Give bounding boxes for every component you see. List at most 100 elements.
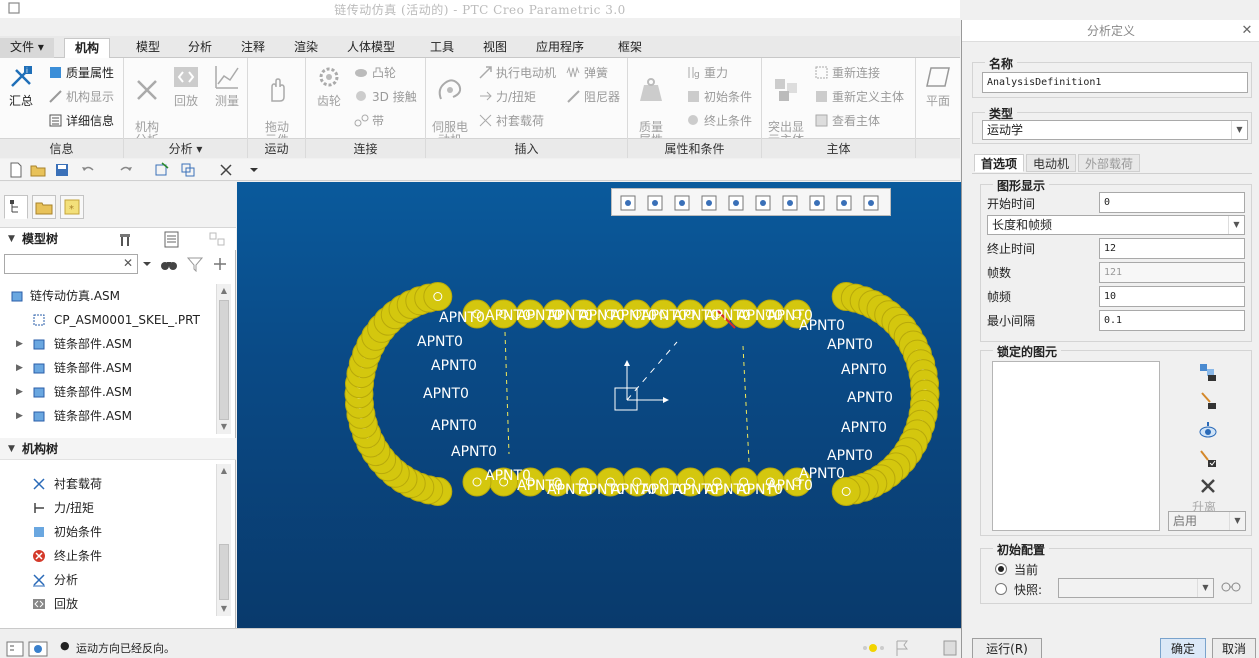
- contact-3d-button[interactable]: 3D 接触: [354, 88, 417, 106]
- glasses-icon[interactable]: [1220, 578, 1242, 594]
- details-button[interactable]: 详细信息: [48, 112, 114, 130]
- snapshot-select[interactable]: ▼: [1058, 578, 1214, 598]
- redefine-body-button[interactable]: 重新定义主体: [814, 88, 904, 106]
- tab-model[interactable]: 模型: [126, 38, 170, 58]
- mass-properties-button[interactable]: 质量属性: [48, 64, 114, 82]
- servo-motor-button[interactable]: 伺服电 动机: [430, 62, 470, 147]
- measure-button[interactable]: 测量: [210, 62, 244, 108]
- model-tree-scrollbar[interactable]: ▲ ▼: [216, 284, 231, 434]
- redo-icon[interactable]: [118, 162, 134, 178]
- snapshot-radio[interactable]: [995, 583, 1007, 595]
- mech-item-playback[interactable]: 回放: [0, 592, 214, 616]
- lock-view-eye-icon[interactable]: [1198, 420, 1218, 440]
- init-conditions-button[interactable]: 初始条件: [686, 88, 752, 106]
- model-tree-search-input[interactable]: [5, 255, 115, 273]
- add-icon[interactable]: [212, 256, 228, 272]
- tab-preferences[interactable]: 首选项: [974, 154, 1025, 172]
- gravity-button[interactable]: g 重力: [686, 64, 728, 82]
- tab-tools[interactable]: 工具: [420, 38, 464, 58]
- lock-connection-icon[interactable]: [1198, 390, 1218, 410]
- scroll-down-icon[interactable]: ▼: [217, 420, 231, 434]
- tree-row-chain-asm[interactable]: ▶ 链条部件.ASM: [0, 332, 214, 356]
- reconnect-button[interactable]: 重新连接: [814, 64, 880, 82]
- tab-favorites[interactable]: *: [60, 195, 84, 219]
- mass-props-button[interactable]: 质量 属性: [634, 62, 668, 147]
- bushing-load-button[interactable]: 衬套载荷: [478, 112, 544, 130]
- filter-icon[interactable]: [186, 256, 204, 272]
- tab-model-tree-nav[interactable]: [4, 195, 28, 219]
- model-tree-search[interactable]: ✕: [4, 254, 138, 274]
- expand-arrow-icon[interactable]: ▶: [16, 356, 23, 380]
- time-mode-select[interactable]: 长度和帧频 ▼: [987, 215, 1245, 235]
- regenerate-icon[interactable]: [154, 162, 170, 178]
- tree-row-skeleton-part[interactable]: CP_ASM0001_SKEL_.PRT: [0, 308, 214, 332]
- locked-entities-list[interactable]: [992, 361, 1160, 531]
- expand-arrow-icon[interactable]: ▶: [16, 404, 23, 428]
- tree-row-chain-asm[interactable]: ▶ 链条部件.ASM: [0, 404, 214, 428]
- tree-row-chain-asm[interactable]: ▶ 链条部件.ASM: [0, 356, 214, 380]
- layout-toggle-icon[interactable]: [6, 641, 24, 657]
- mech-item-force-torque[interactable]: 力/扭矩: [0, 496, 214, 520]
- tree-columns-icon[interactable]: [208, 230, 228, 248]
- highlight-bodies-button[interactable]: 突出显 示主体: [766, 62, 806, 147]
- expand-arrow-icon[interactable]: ▶: [16, 332, 23, 356]
- selection-filter-icon[interactable]: [942, 639, 958, 657]
- exec-motor-button[interactable]: 执行电动机: [478, 64, 556, 82]
- name-input[interactable]: AnalysisDefinition1: [982, 72, 1248, 93]
- tab-analysis[interactable]: 分析: [178, 38, 222, 58]
- min-interval-input[interactable]: 0.1: [1099, 310, 1245, 331]
- spring-button[interactable]: 弹簧: [566, 64, 608, 82]
- scroll-thumb[interactable]: [219, 300, 229, 420]
- windows-icon[interactable]: [180, 162, 196, 178]
- mech-item-term-conditions[interactable]: 终止条件: [0, 544, 214, 568]
- chevron-down-icon[interactable]: [246, 162, 262, 178]
- view-body-button[interactable]: 查看主体: [814, 112, 880, 130]
- tab-framework[interactable]: 框架: [608, 38, 652, 58]
- tab-file[interactable]: 文件 ▾: [0, 38, 54, 58]
- gear-button[interactable]: 齿轮: [312, 62, 346, 108]
- search-dropdown-chevron-icon[interactable]: [142, 258, 152, 270]
- frame-rate-input[interactable]: 10: [1099, 286, 1245, 307]
- playback-button[interactable]: 回放: [170, 62, 202, 108]
- tab-external-loads[interactable]: 外部载荷: [1078, 154, 1141, 172]
- cancel-button[interactable]: 取消: [1212, 638, 1256, 658]
- expand-arrow-icon[interactable]: ▶: [16, 380, 23, 404]
- end-time-input[interactable]: 12: [1099, 238, 1245, 259]
- summary-button[interactable]: i 汇总: [4, 62, 38, 108]
- drag-components-button[interactable]: 拖动 元件: [258, 62, 296, 147]
- term-conditions-button[interactable]: 终止条件: [686, 112, 752, 130]
- run-button[interactable]: 运行(R): [972, 638, 1042, 658]
- graphics-viewport[interactable]: APNT0 APNT0 APNT0 APNT0 APNT0 APNT0 APNT0 APNT0…: [237, 182, 961, 628]
- tab-annotate[interactable]: 注释: [231, 38, 275, 58]
- mech-tree-scrollbar[interactable]: ▲ ▼: [216, 464, 231, 616]
- coordinate-system-icon[interactable]: [614, 341, 678, 411]
- mech-tree-header[interactable]: ▼ 机构树: [0, 438, 236, 460]
- mech-item-init-conditions[interactable]: 初始条件: [0, 520, 214, 544]
- tab-folder-browser[interactable]: [32, 195, 56, 219]
- scroll-thumb[interactable]: [219, 544, 229, 600]
- lock-check-icon[interactable]: [1198, 448, 1218, 468]
- clear-search-icon[interactable]: ✕: [123, 256, 133, 270]
- chain-link[interactable]: [423, 282, 453, 312]
- mech-analysis-button[interactable]: 机构 分析: [130, 62, 164, 147]
- tree-filter-icon[interactable]: [162, 230, 182, 248]
- mech-item-analysis[interactable]: 分析: [0, 568, 214, 592]
- flag-icon[interactable]: [894, 639, 910, 657]
- tab-render[interactable]: 渲染: [284, 38, 328, 58]
- plane-button[interactable]: 平面: [920, 62, 956, 108]
- release-x-icon[interactable]: [1198, 476, 1218, 496]
- close-icon[interactable]: ✕: [1239, 23, 1255, 39]
- start-time-input[interactable]: 0: [1099, 192, 1245, 213]
- binoculars-icon[interactable]: [160, 256, 178, 272]
- current-radio[interactable]: [995, 563, 1007, 575]
- lock-body-icon[interactable]: [1198, 362, 1218, 382]
- tab-motors[interactable]: 电动机: [1026, 154, 1077, 172]
- belt-button[interactable]: 带: [354, 112, 384, 130]
- close-window-icon[interactable]: [218, 162, 234, 178]
- undo-icon[interactable]: [80, 162, 96, 178]
- tree-row-chain-asm[interactable]: ▶ 链条部件.ASM: [0, 380, 214, 404]
- mech-item-bushing-load[interactable]: 衬套载荷: [0, 472, 214, 496]
- save-icon[interactable]: [54, 162, 70, 178]
- new-file-icon[interactable]: [8, 162, 24, 178]
- mech-display-button[interactable]: 机构显示: [48, 88, 114, 106]
